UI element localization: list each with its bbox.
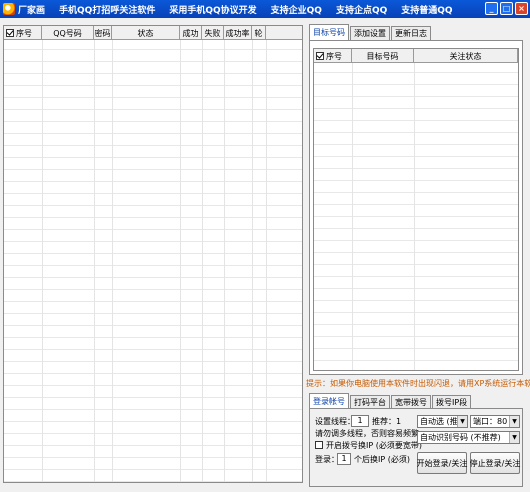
target-select-all-checkbox[interactable]	[316, 52, 324, 60]
target-col-follow-status[interactable]: 关注状态	[414, 49, 518, 63]
dial-ip-checkbox[interactable]	[315, 441, 323, 449]
col-success-rate[interactable]: 成功率	[224, 26, 252, 40]
title-bar: 厂家画 手机QQ打招呼关注软件 采用手机QQ协议开发 支持企业QQ 支持企点QQ…	[0, 0, 530, 18]
login-settings-panel: 设置线程： 1 推荐：1 请勿调多线程，否则容易频繁 开启拨号换IP (必须要宽…	[309, 408, 523, 487]
right-tab-strip: 目标号码 添加设置 更新日志	[309, 24, 432, 40]
col-password[interactable]: 密码	[94, 26, 112, 40]
server-select[interactable]: 自动选 (推荐) ▼	[417, 415, 468, 428]
col-index-label: 序号	[16, 28, 32, 38]
chevron-down-icon: ▼	[509, 416, 519, 427]
identify-select[interactable]: 自动识别号码 (不推荐) ▼	[417, 431, 520, 444]
start-login-button[interactable]: 开始登录/关注	[417, 452, 467, 474]
close-button[interactable]: ×	[515, 2, 528, 15]
title-protocol: 采用手机QQ协议开发	[169, 5, 257, 16]
tab-captcha-platform[interactable]: 打码平台	[350, 395, 390, 409]
hint-text: 提示：如果你电脑使用本软件时出现闪退，请用XP系统运行本软件	[306, 379, 530, 388]
col-fail[interactable]: 失败	[202, 26, 224, 40]
port-select-value: 端口：80	[473, 417, 508, 426]
col-divider	[180, 40, 181, 482]
col-divider	[252, 40, 253, 482]
title-qidian: 支持企点QQ	[335, 5, 388, 16]
tab-broadband-dial[interactable]: 宽带拨号	[391, 395, 431, 409]
chevron-down-icon: ▼	[457, 416, 467, 427]
col-divider	[42, 40, 43, 482]
login-count-prefix: 登录：	[315, 455, 339, 464]
target-col-index-label: 序号	[326, 51, 342, 61]
chevron-down-icon: ▼	[509, 432, 519, 443]
threads-label: 设置线程：	[315, 417, 355, 426]
col-divider	[352, 63, 353, 370]
target-list-header: 序号 目标号码 关注状态	[314, 49, 518, 63]
app-icon	[3, 3, 15, 15]
minimize-button[interactable]: _	[485, 2, 498, 15]
bottom-tab-strip: 登录帐号 打码平台 宽带拨号 拨号IP段	[309, 393, 472, 409]
login-count-suffix: 个后换IP (必须)	[354, 455, 410, 464]
col-status[interactable]: 状态	[112, 26, 180, 40]
tab-dial-ip-range[interactable]: 拨号IP段	[432, 395, 472, 409]
window-controls: _ □ ×	[485, 2, 528, 15]
target-col-number[interactable]: 目标号码	[352, 49, 414, 63]
target-list-grid	[314, 49, 518, 370]
target-list[interactable]: 序号 目标号码 关注状态	[313, 48, 519, 371]
col-round[interactable]: 轮	[252, 26, 266, 40]
title-app-name: 手机QQ打招呼关注软件	[59, 5, 156, 16]
select-all-checkbox[interactable]	[6, 29, 14, 37]
title-enterprise: 支持企业QQ	[270, 5, 322, 16]
col-qq[interactable]: QQ号码	[42, 26, 94, 40]
col-success[interactable]: 成功	[180, 26, 202, 40]
title-vendor: 厂家画	[18, 5, 46, 16]
login-count-input[interactable]: 1	[337, 453, 351, 465]
tab-login-accounts[interactable]: 登录帐号	[309, 393, 349, 409]
account-list-header: 序号 QQ号码 密码 状态 成功 失败 成功率 轮	[4, 26, 302, 40]
tab-add-settings[interactable]: 添加设置	[350, 26, 390, 40]
threads-warning: 请勿调多线程，否则容易频繁	[315, 429, 419, 438]
col-divider	[266, 40, 267, 482]
title-normal: 支持普通QQ	[401, 5, 453, 16]
col-divider	[224, 40, 225, 482]
port-select[interactable]: 端口：80 ▼	[470, 415, 520, 428]
target-col-index[interactable]: 序号	[314, 49, 352, 63]
col-index[interactable]: 序号	[4, 26, 42, 40]
col-divider	[94, 40, 95, 482]
tab-target-numbers[interactable]: 目标号码	[309, 24, 349, 40]
dial-ip-label: 开启拨号换IP (必须要宽带)	[326, 441, 422, 450]
target-panel: 序号 目标号码 关注状态	[309, 40, 523, 375]
identify-select-value: 自动识别号码 (不推荐)	[420, 433, 501, 442]
stop-login-button[interactable]: 停止登录/关注	[470, 452, 520, 474]
maximize-button[interactable]: □	[500, 2, 513, 15]
col-divider	[414, 63, 415, 370]
threads-input[interactable]: 1	[351, 415, 369, 427]
account-list[interactable]: 序号 QQ号码 密码 状态 成功 失败 成功率 轮	[3, 25, 303, 483]
account-list-grid	[4, 26, 302, 482]
tab-update-log[interactable]: 更新日志	[391, 26, 431, 40]
col-divider	[112, 40, 113, 482]
col-divider	[202, 40, 203, 482]
threads-recommend: 推荐：1	[372, 417, 402, 426]
